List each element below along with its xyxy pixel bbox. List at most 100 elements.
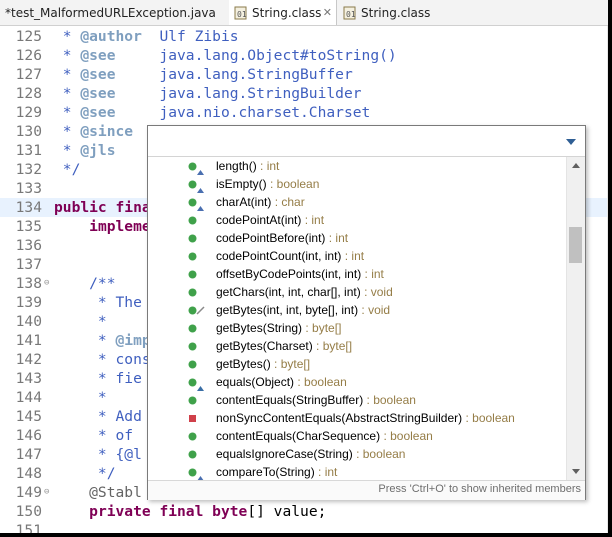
completion-item[interactable]: equalsIgnoreCase(String) : boolean	[148, 445, 566, 463]
code-text: public fina	[54, 198, 151, 217]
completion-list[interactable]: length() : int isEmpty() : boolean charAt(…	[148, 157, 566, 480]
code-token: @Stabl	[54, 484, 142, 501]
public-method-icon	[186, 268, 200, 282]
completion-item[interactable]: length() : int	[148, 157, 566, 175]
method-signature: equalsIgnoreCase(String) : boolean	[216, 445, 405, 463]
code-text: */	[54, 464, 116, 483]
tab-string-class[interactable]: 01 String.class	[338, 0, 448, 25]
return-type: : boolean	[352, 447, 406, 461]
completion-item[interactable]: getBytes() : byte[]	[148, 355, 566, 373]
scroll-up-icon[interactable]	[572, 163, 580, 168]
method-name: contentEquals(StringBuffer)	[216, 393, 364, 407]
return-type: : int	[314, 465, 338, 479]
code-text: * @author Ulf Zibis	[54, 27, 239, 46]
code-line[interactable]: 125 * @author Ulf Zibis	[0, 27, 608, 46]
code-text: private final byte[] value;	[54, 502, 326, 521]
completion-item[interactable]: compareTo(String) : int	[148, 463, 566, 480]
editor-tab-bar: *test_MalformedURLException.java 01 Stri…	[0, 0, 608, 26]
return-type: : byte[]	[302, 321, 342, 335]
code-text: * @see java.lang.StringBuffer	[54, 65, 353, 84]
fold-toggle-icon[interactable]: ⊖	[44, 279, 52, 288]
completion-item[interactable]: getBytes(Charset) : byte[]	[148, 337, 566, 355]
scrollbar-thumb[interactable]	[569, 227, 582, 263]
tab-test-malformedurlexception[interactable]: *test_MalformedURLException.java	[0, 0, 228, 25]
method-signature: charAt(int) : char	[216, 193, 305, 211]
method-signature: length() : int	[216, 157, 279, 175]
completion-item[interactable]: contentEquals(StringBuffer) : boolean	[148, 391, 566, 409]
filter-dropdown-icon[interactable]	[566, 139, 576, 145]
code-token: *	[54, 47, 81, 64]
code-line[interactable]: 150 private final byte[] value;	[0, 502, 608, 521]
return-type: : int	[341, 249, 365, 263]
code-text: * @since	[54, 122, 133, 141]
code-token: * fie	[54, 370, 142, 387]
completion-item[interactable]: offsetByCodePoints(int, int) : int	[148, 265, 566, 283]
code-text: *	[54, 388, 107, 407]
line-number: 138	[15, 275, 42, 292]
completion-item[interactable]: codePointCount(int, int) : int	[148, 247, 566, 265]
line-number: 140	[15, 313, 42, 330]
completion-item[interactable]: getChars(int, int, char[], int) : void	[148, 283, 566, 301]
public-method-icon	[186, 448, 200, 462]
method-signature: compareTo(String) : int	[216, 463, 337, 480]
code-line[interactable]: 128 * @see java.lang.StringBuilder	[0, 84, 608, 103]
close-icon[interactable]: ✕	[323, 6, 332, 19]
tab-label: String.class	[252, 5, 322, 20]
method-signature: codePointAt(int) : int	[216, 211, 324, 229]
code-line[interactable]: 126 * @see java.lang.Object#toString()	[0, 46, 608, 65]
class-file-icon: 01	[234, 6, 248, 20]
method-signature: codePointBefore(int) : int	[216, 229, 348, 247]
return-type: : boolean	[363, 393, 416, 407]
line-number: 126	[15, 47, 42, 64]
fold-toggle-icon[interactable]: ⊖	[44, 488, 52, 497]
method-name: contentEquals(CharSequence)	[216, 429, 381, 443]
code-line[interactable]: 151	[0, 521, 608, 533]
code-line[interactable]: 129 * @see java.nio.charset.Charset	[0, 103, 608, 122]
method-name: codePointAt(int)	[216, 213, 302, 227]
completion-item[interactable]: equals(Object) : boolean	[148, 373, 566, 391]
line-number: 132	[15, 161, 42, 178]
code-token: * Add	[54, 408, 142, 425]
method-signature: getChars(int, int, char[], int) : void	[216, 283, 393, 301]
completion-item[interactable]: isEmpty() : boolean	[148, 175, 566, 193]
code-token: *	[54, 104, 81, 121]
code-token: private final byte	[89, 503, 248, 520]
code-token: @see	[80, 66, 116, 83]
completion-item[interactable]: codePointBefore(int) : int	[148, 229, 566, 247]
scroll-down-icon[interactable]	[572, 469, 580, 474]
code-token: @see	[80, 85, 116, 102]
completion-item[interactable]: codePointAt(int) : int	[148, 211, 566, 229]
completion-item[interactable]: contentEquals(CharSequence) : boolean	[148, 427, 566, 445]
method-signature: contentEquals(StringBuffer) : boolean	[216, 391, 416, 409]
code-line[interactable]: 127 * @see java.lang.StringBuffer	[0, 65, 608, 84]
line-number: 149	[15, 484, 42, 501]
completion-item[interactable]: nonSyncContentEquals(AbstractStringBuild…	[148, 409, 566, 427]
line-number: 148	[15, 465, 42, 482]
private-method-icon	[186, 412, 200, 426]
code-text: * @see java.lang.Object#toString()	[54, 46, 397, 65]
completion-filter-field[interactable]	[148, 126, 585, 157]
code-token: java.nio.charset.Charset	[115, 104, 371, 121]
code-text: *	[54, 312, 107, 331]
tab-label: *test_MalformedURLException.java	[5, 5, 216, 20]
completion-item[interactable]: getBytes(int, int, byte[], int) : void	[148, 301, 566, 319]
code-text: * @see java.lang.StringBuilder	[54, 84, 362, 103]
tab-string-class-active[interactable]: 01 String.class ✕	[229, 0, 337, 25]
completion-item[interactable]: getBytes(String) : byte[]	[148, 319, 566, 337]
code-token: @author	[80, 28, 142, 45]
line-number: 131	[15, 142, 42, 159]
completion-item[interactable]: charAt(int) : char	[148, 193, 566, 211]
method-name: equals(Object)	[216, 375, 295, 389]
code-token: @since	[80, 123, 134, 140]
line-number: 147	[15, 446, 42, 463]
return-type: : char	[271, 195, 305, 209]
return-type: : byte[]	[312, 339, 353, 353]
method-name: offsetByCodePoints(int, int)	[216, 267, 362, 281]
completion-scrollbar[interactable]	[566, 157, 585, 480]
code-text: @Stabl	[54, 483, 142, 502]
inherited-members-hint: Press 'Ctrl+O' to show inherited members	[378, 483, 581, 495]
line-number: 146	[15, 427, 42, 444]
code-token: java.lang.StringBuilder	[115, 85, 362, 102]
code-token: * The	[54, 294, 142, 311]
method-signature: equals(Object) : boolean	[216, 373, 347, 391]
